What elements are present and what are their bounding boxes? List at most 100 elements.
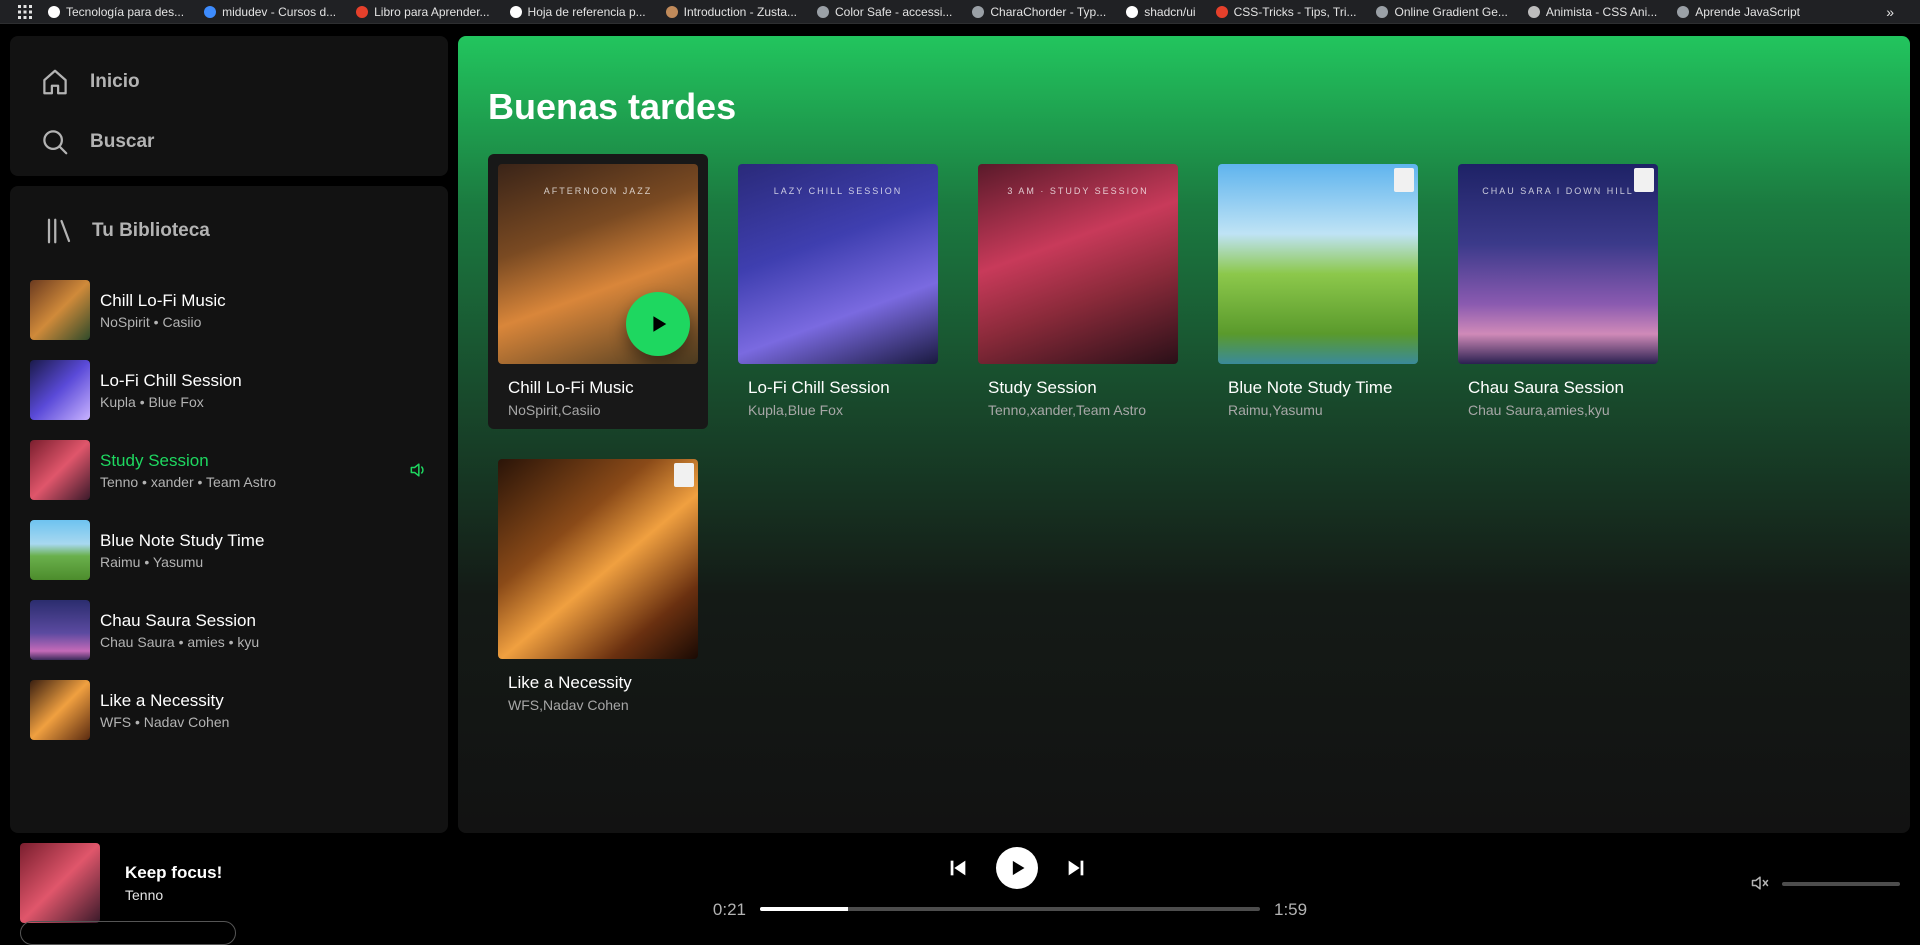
bookmark-label: Libro para Aprender...: [374, 4, 490, 19]
previous-button[interactable]: [940, 850, 976, 886]
bookmark-favicon-icon: [817, 5, 830, 18]
library-item-text: Blue Note Study Time Raimu • Yasumu: [100, 531, 264, 570]
library-item[interactable]: Study Session Tenno • xander • Team Astro: [10, 430, 448, 510]
card-title: Study Session: [988, 378, 1097, 397]
cover-text: AFTERNOON JAZZ: [543, 186, 653, 196]
library-item-title: Blue Note Study Time: [100, 530, 265, 550]
now-playing-speaker-icon: [410, 463, 424, 477]
bookmark-item[interactable]: Color Safe - accessi...: [807, 0, 962, 23]
search-icon: [43, 130, 68, 155]
playlist-thumbnail: [30, 440, 90, 500]
library-item[interactable]: Chau Saura Session Chau Saura • amies • k…: [10, 590, 448, 670]
library-item[interactable]: Lo-Fi Chill Session Kupla • Blue Fox: [10, 350, 448, 430]
playlist-card[interactable]: 3 AM · STUDY SESSION Study Session Tenno,x…: [968, 154, 1188, 429]
bookmark-item[interactable]: CSS-Tricks - Tips, Tri...: [1206, 0, 1367, 23]
playlist-cover: AFTERNOON JAZZ: [498, 164, 698, 364]
next-button[interactable]: [1058, 850, 1094, 886]
library-icon: [47, 218, 71, 244]
bookmark-favicon-icon: [972, 5, 985, 18]
library-item[interactable]: Like a Necessity WFS • Nadav Cohen: [10, 670, 448, 750]
now-playing-title[interactable]: Keep focus!: [125, 863, 222, 883]
library-item-artists: WFS • Nadav Cohen: [100, 713, 230, 730]
cover-badge-icon: [674, 463, 694, 487]
page-title: Buenas tardes: [488, 86, 737, 127]
volume-muted-icon[interactable]: [1750, 873, 1770, 893]
playback-controls: [940, 847, 1094, 889]
library-item-artists: Kupla • Blue Fox: [100, 393, 204, 410]
play-button[interactable]: [996, 847, 1038, 889]
nav-item-home[interactable]: Inicio: [40, 52, 418, 112]
library-panel: Tu Biblioteca Chill Lo-Fi Music NoSpirit …: [10, 186, 448, 833]
player-bar: Keep focus! Tenno 0:21 1:59: [0, 833, 1920, 945]
bookmark-favicon-icon: [204, 5, 217, 18]
library-item-text: Chau Saura Session Chau Saura • amies • k…: [100, 611, 259, 650]
bookmark-item[interactable]: Tecnología para des...: [38, 0, 194, 23]
playlist-card[interactable]: CHAU SARA I DOWN HILL Chau Saura Session C…: [1448, 154, 1668, 429]
library-item-title: Study Session: [100, 450, 209, 470]
bookmark-favicon-icon: [665, 5, 678, 18]
play-icon: [1012, 860, 1025, 876]
playlist-cover: 3 AM · STUDY SESSION: [978, 164, 1178, 364]
library-item[interactable]: Blue Note Study Time Raimu • Yasumu: [10, 510, 448, 590]
bookmark-item[interactable]: midudev - Cursos d...: [194, 0, 346, 23]
bookmark-item[interactable]: Introduction - Zusta...: [656, 0, 807, 23]
bookmark-label: Introduction - Zusta...: [683, 4, 798, 19]
library-item[interactable]: Chill Lo-Fi Music NoSpirit • Casiio: [10, 270, 448, 350]
playlist-thumbnail: [30, 600, 90, 660]
library-item-text: Like a Necessity WFS • Nadav Cohen: [100, 691, 229, 730]
bookmark-item[interactable]: Online Gradient Ge...: [1366, 0, 1517, 23]
bookmark-favicon-icon: [356, 5, 369, 18]
sidebar-nav: Inicio Buscar: [10, 36, 448, 176]
playlist-thumbnail: [30, 360, 90, 420]
playlist-card[interactable]: LAZY CHILL SESSION Lo-Fi Chill Session Kup…: [728, 154, 948, 429]
library-item-title: Lo-Fi Chill Session: [100, 370, 242, 390]
bookmarks-bar: Tecnología para des... midudev - Cursos d…: [0, 0, 1920, 24]
bookmark-favicon-icon: [1126, 5, 1139, 18]
playlist-card[interactable]: Like a Necessity WFS,Nadav Cohen: [488, 449, 708, 724]
bookmark-label: Online Gradient Ge...: [1394, 4, 1508, 19]
skip-back-icon: [950, 860, 966, 876]
nav-item-search[interactable]: Buscar: [40, 112, 418, 172]
card-play-button[interactable]: [626, 292, 690, 356]
skip-forward-icon: [1068, 860, 1084, 876]
card-artists: WFS,Nadav Cohen: [508, 697, 629, 713]
nav-search-label: Buscar: [90, 131, 155, 152]
card-artists: Tenno,xander,Team Astro: [988, 402, 1146, 418]
bookmark-item[interactable]: Libro para Aprender...: [346, 0, 499, 23]
bookmark-item[interactable]: Hoja de referencia p...: [500, 0, 656, 23]
bookmark-favicon-icon: [48, 5, 60, 18]
bookmark-item[interactable]: Animista - CSS Ani...: [1518, 0, 1667, 23]
library-item-text: Lo-Fi Chill Session Kupla • Blue Fox: [100, 371, 242, 410]
library-title: Tu Biblioteca: [92, 220, 210, 241]
bookmark-label: Color Safe - accessi...: [835, 4, 953, 19]
bookmark-favicon-icon: [1527, 5, 1540, 18]
playlist-card[interactable]: AFTERNOON JAZZ Chill Lo-Fi Music NoSpirit,…: [488, 154, 708, 429]
library-item-text: Study Session Tenno • xander • Team Astro: [100, 451, 276, 490]
playlist-card[interactable]: Blue Note Study Time Raimu,Yasumu: [1208, 154, 1428, 429]
playlist-cover: LAZY CHILL SESSION: [738, 164, 938, 364]
bookmark-item[interactable]: Aprende JavaScript: [1667, 0, 1810, 23]
bookmark-item[interactable]: shadcn/ui: [1116, 0, 1205, 23]
library-item-title: Like a Necessity: [100, 690, 224, 710]
card-title: Lo-Fi Chill Session: [748, 378, 890, 397]
playlist-cover: CHAU SARA I DOWN HILL: [1458, 164, 1658, 364]
now-playing-cover[interactable]: [20, 843, 100, 923]
library-item-title: Chill Lo-Fi Music: [100, 290, 226, 310]
bookmark-label: shadcn/ui: [1144, 4, 1196, 19]
apps-grid-icon[interactable]: [12, 0, 38, 23]
card-title: Chau Saura Session: [1468, 378, 1624, 397]
progress-bar[interactable]: [760, 907, 1260, 911]
double-chevron-right-icon[interactable]: »: [1886, 0, 1894, 23]
library-header[interactable]: Tu Biblioteca: [10, 206, 448, 256]
home-icon: [43, 69, 67, 95]
now-playing-extra-button[interactable]: [20, 921, 236, 945]
card-artists: NoSpirit,Casiio: [508, 402, 601, 418]
volume-slider[interactable]: [1782, 882, 1900, 886]
bookmark-favicon-icon: [1677, 5, 1690, 18]
bookmark-item[interactable]: CharaChorder - Typ...: [962, 0, 1116, 23]
playlist-thumbnail: [30, 280, 90, 340]
bookmark-label: Aprende JavaScript: [1695, 4, 1800, 19]
playlist-cover: [1218, 164, 1418, 364]
library-item-artists: NoSpirit • Casiio: [100, 313, 202, 330]
now-playing-artist[interactable]: Tenno: [125, 887, 163, 903]
